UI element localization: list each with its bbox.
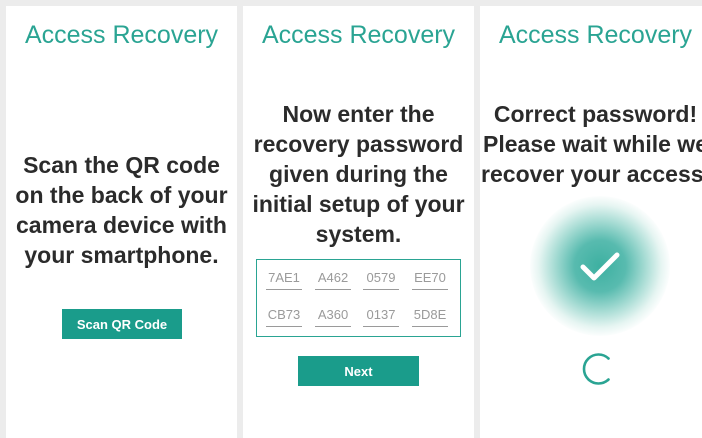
password-code-field[interactable]: 7AE1	[266, 269, 302, 291]
password-code-field[interactable]: A360	[315, 306, 351, 328]
status-line: Please wait while we	[483, 131, 702, 157]
password-code-field[interactable]: 0137	[363, 306, 399, 328]
status-line: recover your access.	[481, 161, 702, 187]
password-code-field[interactable]: EE70	[412, 269, 448, 291]
instruction-line: camera device with	[16, 212, 227, 238]
screen-title: Access Recovery	[261, 21, 456, 49]
success-indicator	[530, 196, 670, 336]
instruction-line: Scan the QR code	[23, 152, 220, 178]
password-code-field[interactable]: 5D8E	[412, 306, 448, 328]
recovering-access-screen: Access Recovery Correct password! Please…	[480, 6, 702, 438]
instruction-line: your smartphone.	[24, 242, 219, 268]
instruction-line: system.	[315, 221, 402, 247]
instruction-line: Now enter the	[282, 101, 435, 127]
recovery-password-grid: 7AE1 A462 0579 EE70 CB73 A360 0137 5D8E	[256, 259, 461, 337]
enter-password-screen: Access Recovery Now enter the recovery p…	[243, 6, 474, 438]
scan-qr-code-button[interactable]: Scan QR Code	[62, 309, 182, 339]
password-code-field[interactable]: CB73	[266, 306, 302, 328]
checkmark-icon	[580, 252, 620, 281]
screen-title: Access Recovery	[24, 21, 219, 49]
password-code-field[interactable]: A462	[315, 269, 351, 291]
scan-qr-screen: Access Recovery Scan the QR code on the …	[6, 6, 237, 438]
instruction-line: on the back of your	[15, 182, 228, 208]
instruction-line: given during the	[269, 161, 448, 187]
password-code-field[interactable]: 0579	[363, 269, 399, 291]
instruction-text: Now enter the recovery password given du…	[243, 99, 474, 249]
screen-title: Access Recovery	[498, 21, 693, 49]
loading-spinner-icon	[582, 353, 610, 385]
status-line: Correct password!	[493, 101, 698, 127]
status-text: Correct password! Please wait while we r…	[480, 99, 702, 189]
instruction-line: initial setup of your	[252, 191, 465, 217]
instruction-line: recovery password	[253, 131, 464, 157]
next-button[interactable]: Next	[298, 356, 419, 386]
instruction-text: Scan the QR code on the back of your cam…	[6, 150, 237, 270]
